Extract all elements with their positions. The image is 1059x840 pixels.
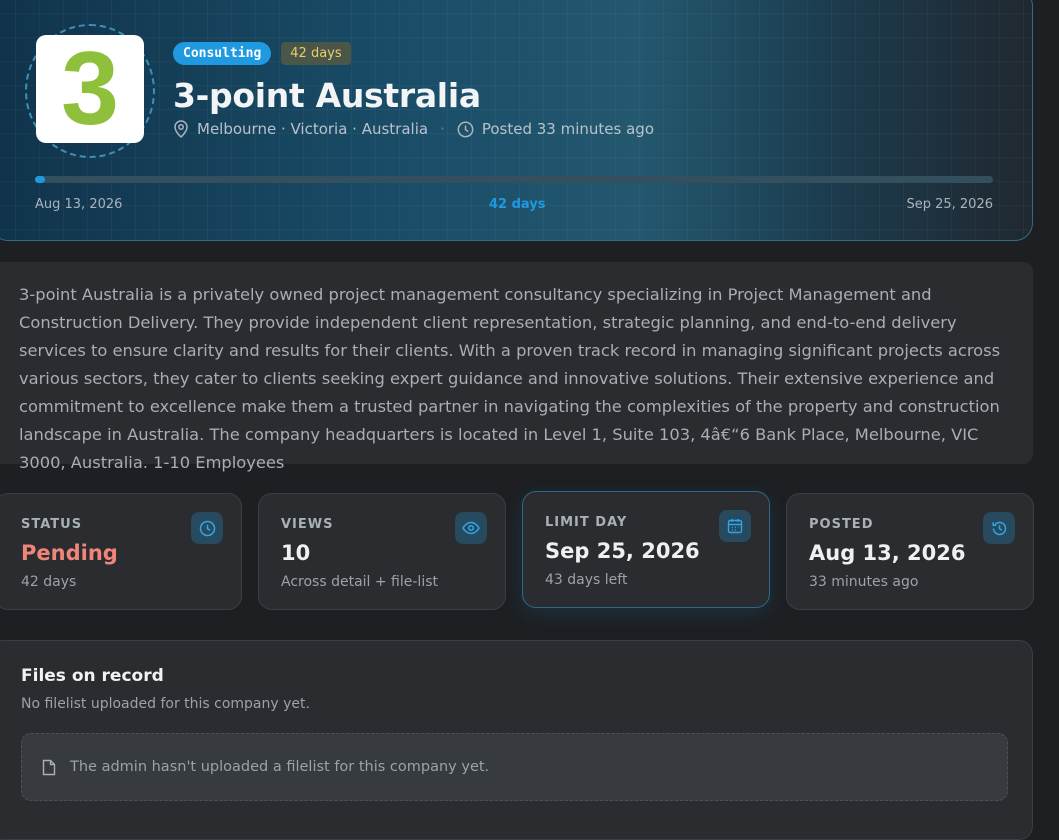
- files-empty-message: The admin hasn't uploaded a filelist for…: [70, 759, 490, 775]
- location-text: Melbourne · Victoria · Australia: [197, 120, 429, 138]
- stat-value: Pending: [21, 541, 118, 565]
- stat-card-limit-day: LIMIT DAY Sep 25, 2026 43 days left: [522, 491, 770, 608]
- stat-label: STATUS: [21, 517, 83, 532]
- company-name: 3-point Australia: [173, 76, 481, 115]
- tag-row: Consulting 42 days: [173, 42, 351, 65]
- stat-value: 10: [281, 541, 311, 565]
- clock-icon: [457, 121, 474, 137]
- files-panel: Files on record No filelist uploaded for…: [0, 640, 1033, 840]
- timeline-progress-bar: [35, 176, 993, 183]
- stat-sub: 33 minutes ago: [809, 574, 919, 590]
- stat-card-views: VIEWS 10 Across detail + file-list: [258, 493, 506, 610]
- stat-value: Sep 25, 2026: [545, 539, 700, 563]
- clock-icon: [191, 512, 223, 544]
- stat-label: LIMIT DAY: [545, 515, 628, 530]
- company-logo: 3: [36, 35, 144, 143]
- calendar-icon: [719, 510, 751, 542]
- company-meta: Melbourne · Victoria · Australia · Poste…: [173, 120, 654, 138]
- timeline-end-date: Sep 25, 2026: [906, 197, 993, 212]
- stat-sub: Across detail + file-list: [281, 574, 438, 590]
- stat-label: VIEWS: [281, 517, 334, 532]
- stat-card-posted: POSTED Aug 13, 2026 33 minutes ago: [786, 493, 1034, 610]
- files-title: Files on record: [21, 666, 164, 686]
- history-icon: [983, 512, 1015, 544]
- stat-sub: 42 days: [21, 574, 77, 590]
- posted-time-text: Posted 33 minutes ago: [481, 120, 654, 138]
- files-empty-state: The admin hasn't uploaded a filelist for…: [21, 733, 1008, 801]
- stat-value: Aug 13, 2026: [809, 541, 966, 565]
- timeline-duration: 42 days: [489, 197, 546, 212]
- stat-label: POSTED: [809, 517, 874, 532]
- age-badge: 42 days: [281, 42, 351, 65]
- files-subtitle: No filelist uploaded for this company ye…: [21, 696, 310, 712]
- eye-icon: [455, 512, 487, 544]
- file-icon: [42, 759, 56, 775]
- timeline-progress-fill: [35, 176, 45, 183]
- location-pin-icon: [174, 120, 188, 138]
- stat-card-status: STATUS Pending 42 days: [0, 493, 242, 610]
- company-description: 3-point Australia is a privately owned p…: [0, 262, 1033, 472]
- timeline-start-date: Aug 13, 2026: [35, 197, 123, 212]
- meta-separator: ·: [440, 120, 445, 138]
- category-pill[interactable]: Consulting: [173, 42, 272, 65]
- stat-sub: 43 days left: [545, 572, 628, 588]
